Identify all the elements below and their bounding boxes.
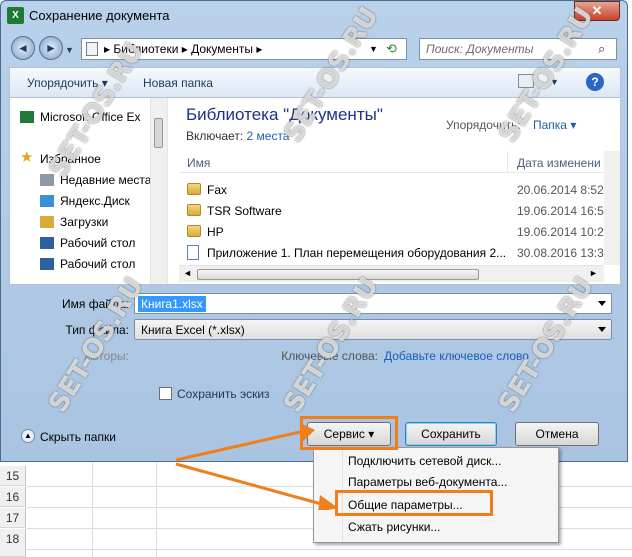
recent-places-icon [40,174,54,186]
grid-line [26,549,632,550]
excel-icon [20,111,34,123]
file-name: TSR Software [207,204,282,218]
help-icon[interactable]: ? [586,73,604,91]
grid-line [156,460,157,557]
filename-value: Книга1.xlsx [138,296,206,312]
desktop-icon [40,237,54,249]
annotation-arrows [175,423,338,510]
file-name: Fax [207,183,228,197]
file-name: HP [207,225,224,239]
document-icon [187,245,199,260]
file-name: Приложение 1. План перемещения оборудова… [207,246,507,260]
grid-line [92,460,93,557]
dialog-title: Сохранение документа [29,8,170,23]
library-includes: Включает: 2 места [186,129,289,143]
scroll-right-icon[interactable]: ► [589,268,598,278]
library-icon [86,42,98,56]
cancel-button[interactable]: Отмена [515,422,599,446]
file-list-vertical-scrollbar[interactable] [604,151,620,265]
file-date: 19.06.2014 16:53 [517,204,611,218]
search-input[interactable]: Поиск: Документы ⌕ [419,38,617,60]
file-row[interactable]: TSR Software 19.06.2014 16:53 [179,201,610,221]
file-row[interactable]: HP 19.06.2014 10:25 [179,222,610,242]
title-bar[interactable]: X Сохранение документа ✕ [1,1,627,31]
column-header: Имя Дата изменени [179,151,604,173]
menu-item-map-network-drive[interactable]: Подключить сетевой диск... [348,454,501,468]
file-date: 20.06.2014 8:52 [517,183,604,197]
file-row[interactable]: Fax 20.06.2014 8:52 [179,180,604,200]
file-date: 30.08.2016 13:35 [517,246,611,260]
save-button[interactable]: Сохранить [405,422,497,446]
sidebar-item-downloads[interactable]: Загрузки [60,215,108,229]
general-options-highlight [335,490,493,516]
recent-pages-dropdown-icon[interactable]: ▼ [65,45,74,55]
arrange-by-dropdown[interactable]: Папка ▾ [533,118,576,132]
row-header[interactable]: 16 [0,487,26,507]
arrowhead-icon [300,423,315,442]
filetype-value: Книга Excel (*.xlsx) [141,323,245,337]
excel-icon: X [7,7,24,24]
refresh-icon[interactable]: ⟲ [386,41,397,57]
keywords-link[interactable]: Добавьте ключевое слово [384,349,529,363]
breadcrumb-separator-icon: ▸ [256,42,263,56]
scroll-left-icon[interactable]: ◄ [183,268,192,278]
column-divider[interactable] [507,151,508,173]
new-folder-button[interactable]: Новая папка [143,76,213,90]
search-icon[interactable]: ⌕ [598,41,605,57]
folder-icon [187,204,201,216]
star-icon: ★ [20,149,34,166]
arrowhead-icon [318,495,338,510]
file-date: 19.06.2014 10:25 [517,225,611,239]
filetype-dropdown-icon[interactable] [598,327,606,332]
file-list-horizontal-scrollbar[interactable]: ◄ ► [179,265,604,282]
desktop-icon [40,258,54,270]
sidebar-item-desktop[interactable]: Рабочий стол [60,257,135,271]
column-date[interactable]: Дата изменени [517,156,601,170]
row-header[interactable]: 15 [0,466,26,486]
collapse-icon[interactable]: ▲ [21,429,35,443]
downloads-icon [40,216,54,228]
folder-icon [187,183,201,195]
breadcrumb-separator-icon: ▸ [181,42,188,56]
filename-dropdown-icon[interactable] [598,301,606,306]
menu-item-compress-pictures[interactable]: Сжать рисунки... [348,520,440,534]
file-row[interactable]: Приложение 1. План перемещения оборудова… [179,243,610,263]
menu-item-web-options[interactable]: Параметры веб-документа... [348,475,507,489]
save-thumbnail-checkbox[interactable] [159,387,172,400]
column-name[interactable]: Имя [187,156,210,170]
arrow-line [175,462,326,507]
navigation-scrollbar[interactable] [150,98,167,284]
save-thumbnail-label[interactable]: Сохранить эскиз [177,387,270,401]
folder-icon [187,225,201,237]
sidebar-item-recent-places[interactable]: Недавние места [60,173,151,187]
forward-button[interactable]: ► [39,36,63,60]
row-header[interactable]: 18 [0,529,26,557]
search-placeholder: Поиск: Документы [426,42,534,56]
sidebar-item-yandex-disk[interactable]: Яндекс.Диск [60,194,130,208]
arrow-line [175,430,301,462]
address-dropdown-icon[interactable]: ▼ [369,44,378,54]
scrollbar-thumb[interactable] [154,118,163,148]
yandex-disk-icon [40,195,54,207]
includes-label: Включает: [186,129,244,143]
back-button[interactable]: ◄ [11,36,35,60]
sidebar-item-desktop[interactable]: Рабочий стол [60,236,135,250]
row-header[interactable]: 17 [0,508,26,528]
breadcrumb-separator-icon: ▸ [104,42,111,56]
scrollbar-thumb[interactable] [197,269,479,280]
hide-folders-button[interactable]: Скрыть папки [40,430,116,444]
breadcrumb-documents[interactable]: Документы [191,42,253,56]
